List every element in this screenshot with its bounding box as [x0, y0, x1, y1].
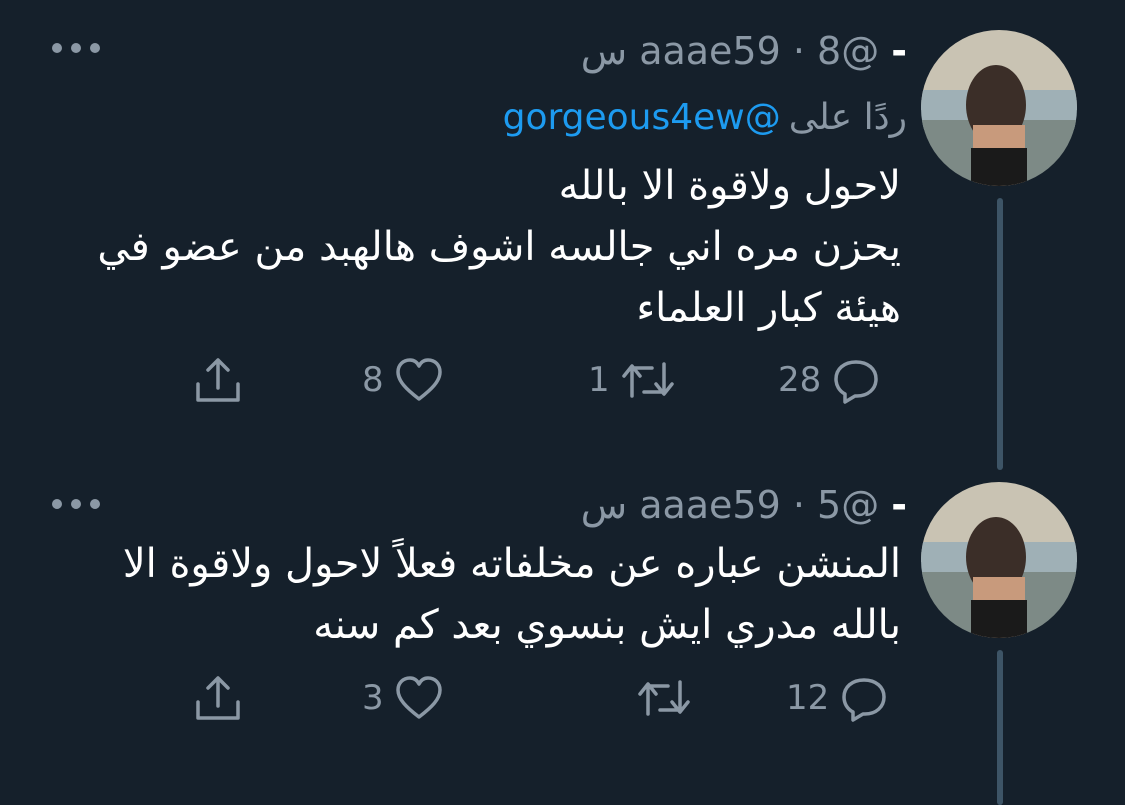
- thread-line: [997, 198, 1003, 470]
- reply-icon: [831, 356, 881, 404]
- avatar[interactable]: [921, 30, 1077, 186]
- retweet-button[interactable]: [626, 674, 692, 722]
- share-icon: [192, 356, 244, 406]
- timeline: -@aaae59 · 8 س ردًا على@gorgeous4ew لاحو…: [0, 0, 1125, 805]
- tweet-text: المنشن عباره عن مخلفاته فعلاً لاحول ولاق…: [123, 534, 901, 656]
- tweet-line: المنشن عباره عن مخلفاته فعلاً لاحول ولاق…: [122, 541, 901, 587]
- more-icon[interactable]: [52, 496, 100, 512]
- reply-prefix: ردًا على: [788, 97, 907, 138]
- reply-mention[interactable]: @gorgeous4ew: [503, 97, 781, 138]
- retweet-button[interactable]: 1: [588, 356, 676, 404]
- tweet-line: بالله مدري ايش بنسوي بعد كم سنه: [313, 602, 901, 648]
- reply-count: 12: [786, 678, 830, 718]
- retweet-count: 1: [588, 360, 610, 400]
- tweet-line: يحزن مره اني جالسه اشوف هالهبد من عضو في: [97, 224, 901, 270]
- more-icon[interactable]: [52, 40, 100, 56]
- tweet-text: لاحول ولاقوة الا بالله يحزن مره اني جالس…: [97, 156, 901, 339]
- handle[interactable]: @aaae59: [639, 483, 879, 527]
- tweet[interactable]: -@aaae59 · 8 س ردًا على@gorgeous4ew لاحو…: [0, 0, 1125, 475]
- like-button[interactable]: 3: [362, 674, 444, 722]
- reply-icon: [839, 674, 889, 722]
- reply-button[interactable]: 28: [778, 356, 881, 404]
- tweet-line: لاحول ولاقوة الا بالله: [558, 163, 901, 209]
- like-button[interactable]: 8: [362, 356, 444, 404]
- tweet[interactable]: -@aaae59 · 5 س المنشن عباره عن مخلفاته ف…: [0, 470, 1125, 805]
- thread-line: [997, 650, 1003, 805]
- retweet-icon: [620, 356, 676, 404]
- avatar[interactable]: [921, 482, 1077, 638]
- share-icon: [192, 674, 244, 724]
- like-icon: [394, 356, 444, 404]
- handle[interactable]: @aaae59: [639, 29, 879, 73]
- tweet-header: -@aaae59 · 5 س: [580, 483, 907, 527]
- like-count: 3: [362, 678, 384, 718]
- share-button[interactable]: [192, 356, 244, 406]
- tweet-line: هيئة كبار العلماء: [636, 285, 901, 331]
- like-icon: [394, 674, 444, 722]
- reply-context: ردًا على@gorgeous4ew: [503, 96, 907, 140]
- reply-button[interactable]: 12: [786, 674, 889, 722]
- share-button[interactable]: [192, 674, 244, 724]
- like-count: 8: [362, 360, 384, 400]
- reply-count: 28: [778, 360, 822, 400]
- retweet-icon: [636, 674, 692, 722]
- tweet-header: -@aaae59 · 8 س: [580, 29, 907, 73]
